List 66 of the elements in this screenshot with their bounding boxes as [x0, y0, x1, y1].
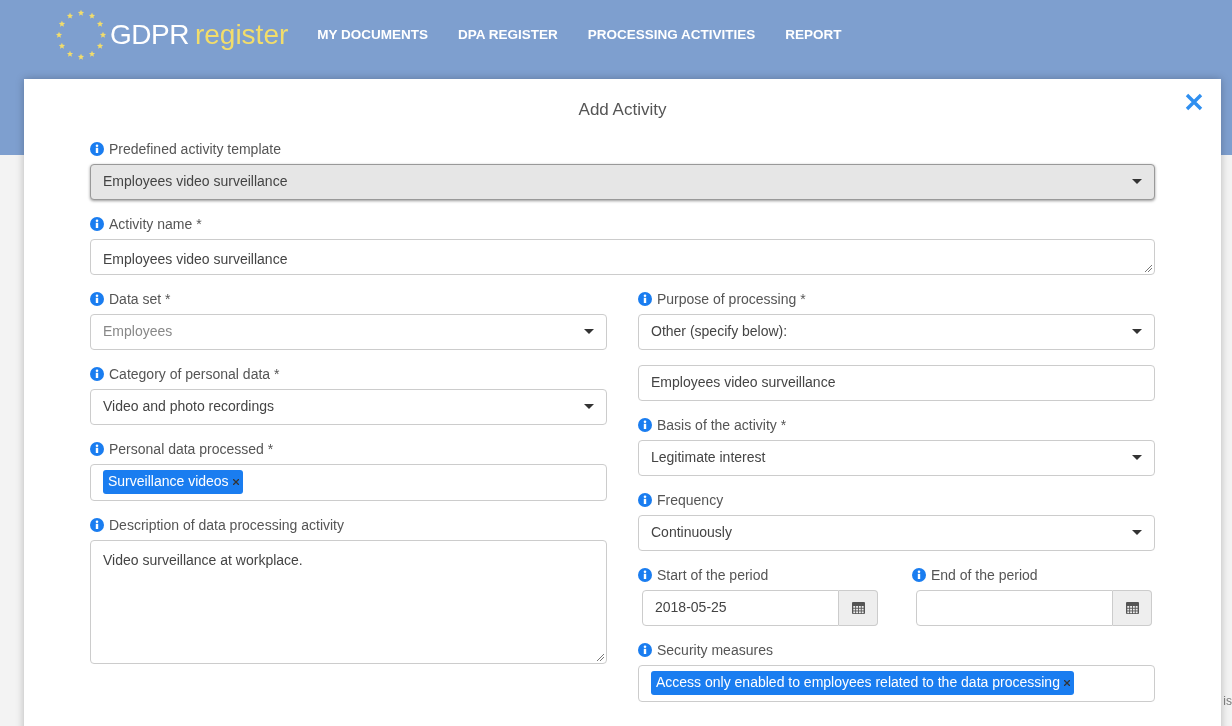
info-icon [90, 291, 104, 306]
tag-field[interactable]: Surveillance videos [90, 463, 607, 501]
caret-icon [1132, 530, 1142, 535]
field-label: Data set * [109, 289, 171, 308]
field-label: Category of personal data * [109, 364, 280, 383]
select-field[interactable]: Continuously [638, 514, 1155, 551]
caret-icon [584, 329, 594, 334]
caret-icon [1132, 455, 1142, 460]
select-field[interactable]: Other (specify below): [638, 313, 1155, 350]
info-icon [90, 141, 104, 156]
info-icon [90, 366, 104, 381]
calendar-button[interactable] [1113, 589, 1152, 626]
field-label: Description of data processing activity [109, 515, 344, 534]
info-icon [638, 291, 652, 306]
star-ring-icon [54, 8, 108, 62]
logo-text: register [194, 18, 289, 52]
remove-icon[interactable] [1063, 679, 1070, 686]
calendar-button[interactable] [839, 589, 878, 626]
info-icon [912, 567, 926, 582]
text-area[interactable]: Employees video surveillance [90, 238, 1155, 275]
field-label: Frequency [657, 490, 724, 509]
field-label: Start of the period [657, 565, 769, 584]
select-field[interactable]: Employees video surveillance [90, 163, 1155, 200]
select-field[interactable]: Video and photo recordings [90, 388, 607, 425]
remove-icon[interactable] [232, 478, 239, 485]
info-icon [90, 517, 104, 532]
logo-text: GDPR [110, 18, 189, 52]
caret-icon [1132, 179, 1142, 184]
modal-title: Add Activity [577, 99, 668, 121]
calendar-icon [1125, 601, 1139, 614]
select-value: Employees video surveillance [103, 172, 288, 191]
tag-field[interactable]: Access only enabled to employees related to the data processing [638, 664, 1155, 702]
date-field[interactable] [916, 589, 1113, 626]
select-placeholder: Employees [103, 322, 173, 341]
calendar-icon [851, 601, 865, 614]
select-value: Video and photo recordings [103, 397, 274, 416]
info-icon [638, 642, 652, 657]
caret-icon [1132, 329, 1142, 334]
field-label: Basis of the activity * [657, 415, 787, 434]
close-button[interactable] [1185, 93, 1203, 111]
select-value: Legitimate interest [651, 448, 766, 467]
resize-grip-icon [1144, 263, 1152, 272]
info-icon [638, 492, 652, 507]
field-label: Personal data processed * [109, 439, 274, 458]
field-label: Purpose of processing * [657, 289, 806, 308]
resize-grip-icon [596, 652, 604, 661]
select-field[interactable]: Employees [90, 313, 607, 350]
field-label: Activity name * [109, 214, 202, 233]
select-value: Other (specify below): [651, 322, 788, 341]
text-area[interactable]: Video surveillance at workplace. [90, 539, 607, 664]
background-text: is [1223, 694, 1232, 708]
field-label: End of the period [931, 565, 1038, 584]
field-label: Predefined activity template [109, 139, 281, 158]
caret-icon [584, 404, 594, 409]
info-icon [90, 441, 104, 456]
input-field[interactable]: Employees video surveillance [638, 364, 1155, 401]
tag-label: Surveillance videos [108, 472, 229, 491]
info-icon [638, 567, 652, 582]
select-value: Continuously [651, 523, 732, 542]
info-icon [90, 216, 104, 231]
date-field[interactable]: 2018-05-25 [642, 589, 839, 626]
info-icon [638, 417, 652, 432]
close-icon [1185, 93, 1203, 111]
field-label: Security measures [657, 640, 773, 659]
select-field[interactable]: Legitimate interest [638, 439, 1155, 476]
tag-label: Access only enabled to employees related to the data processing [656, 673, 1060, 692]
